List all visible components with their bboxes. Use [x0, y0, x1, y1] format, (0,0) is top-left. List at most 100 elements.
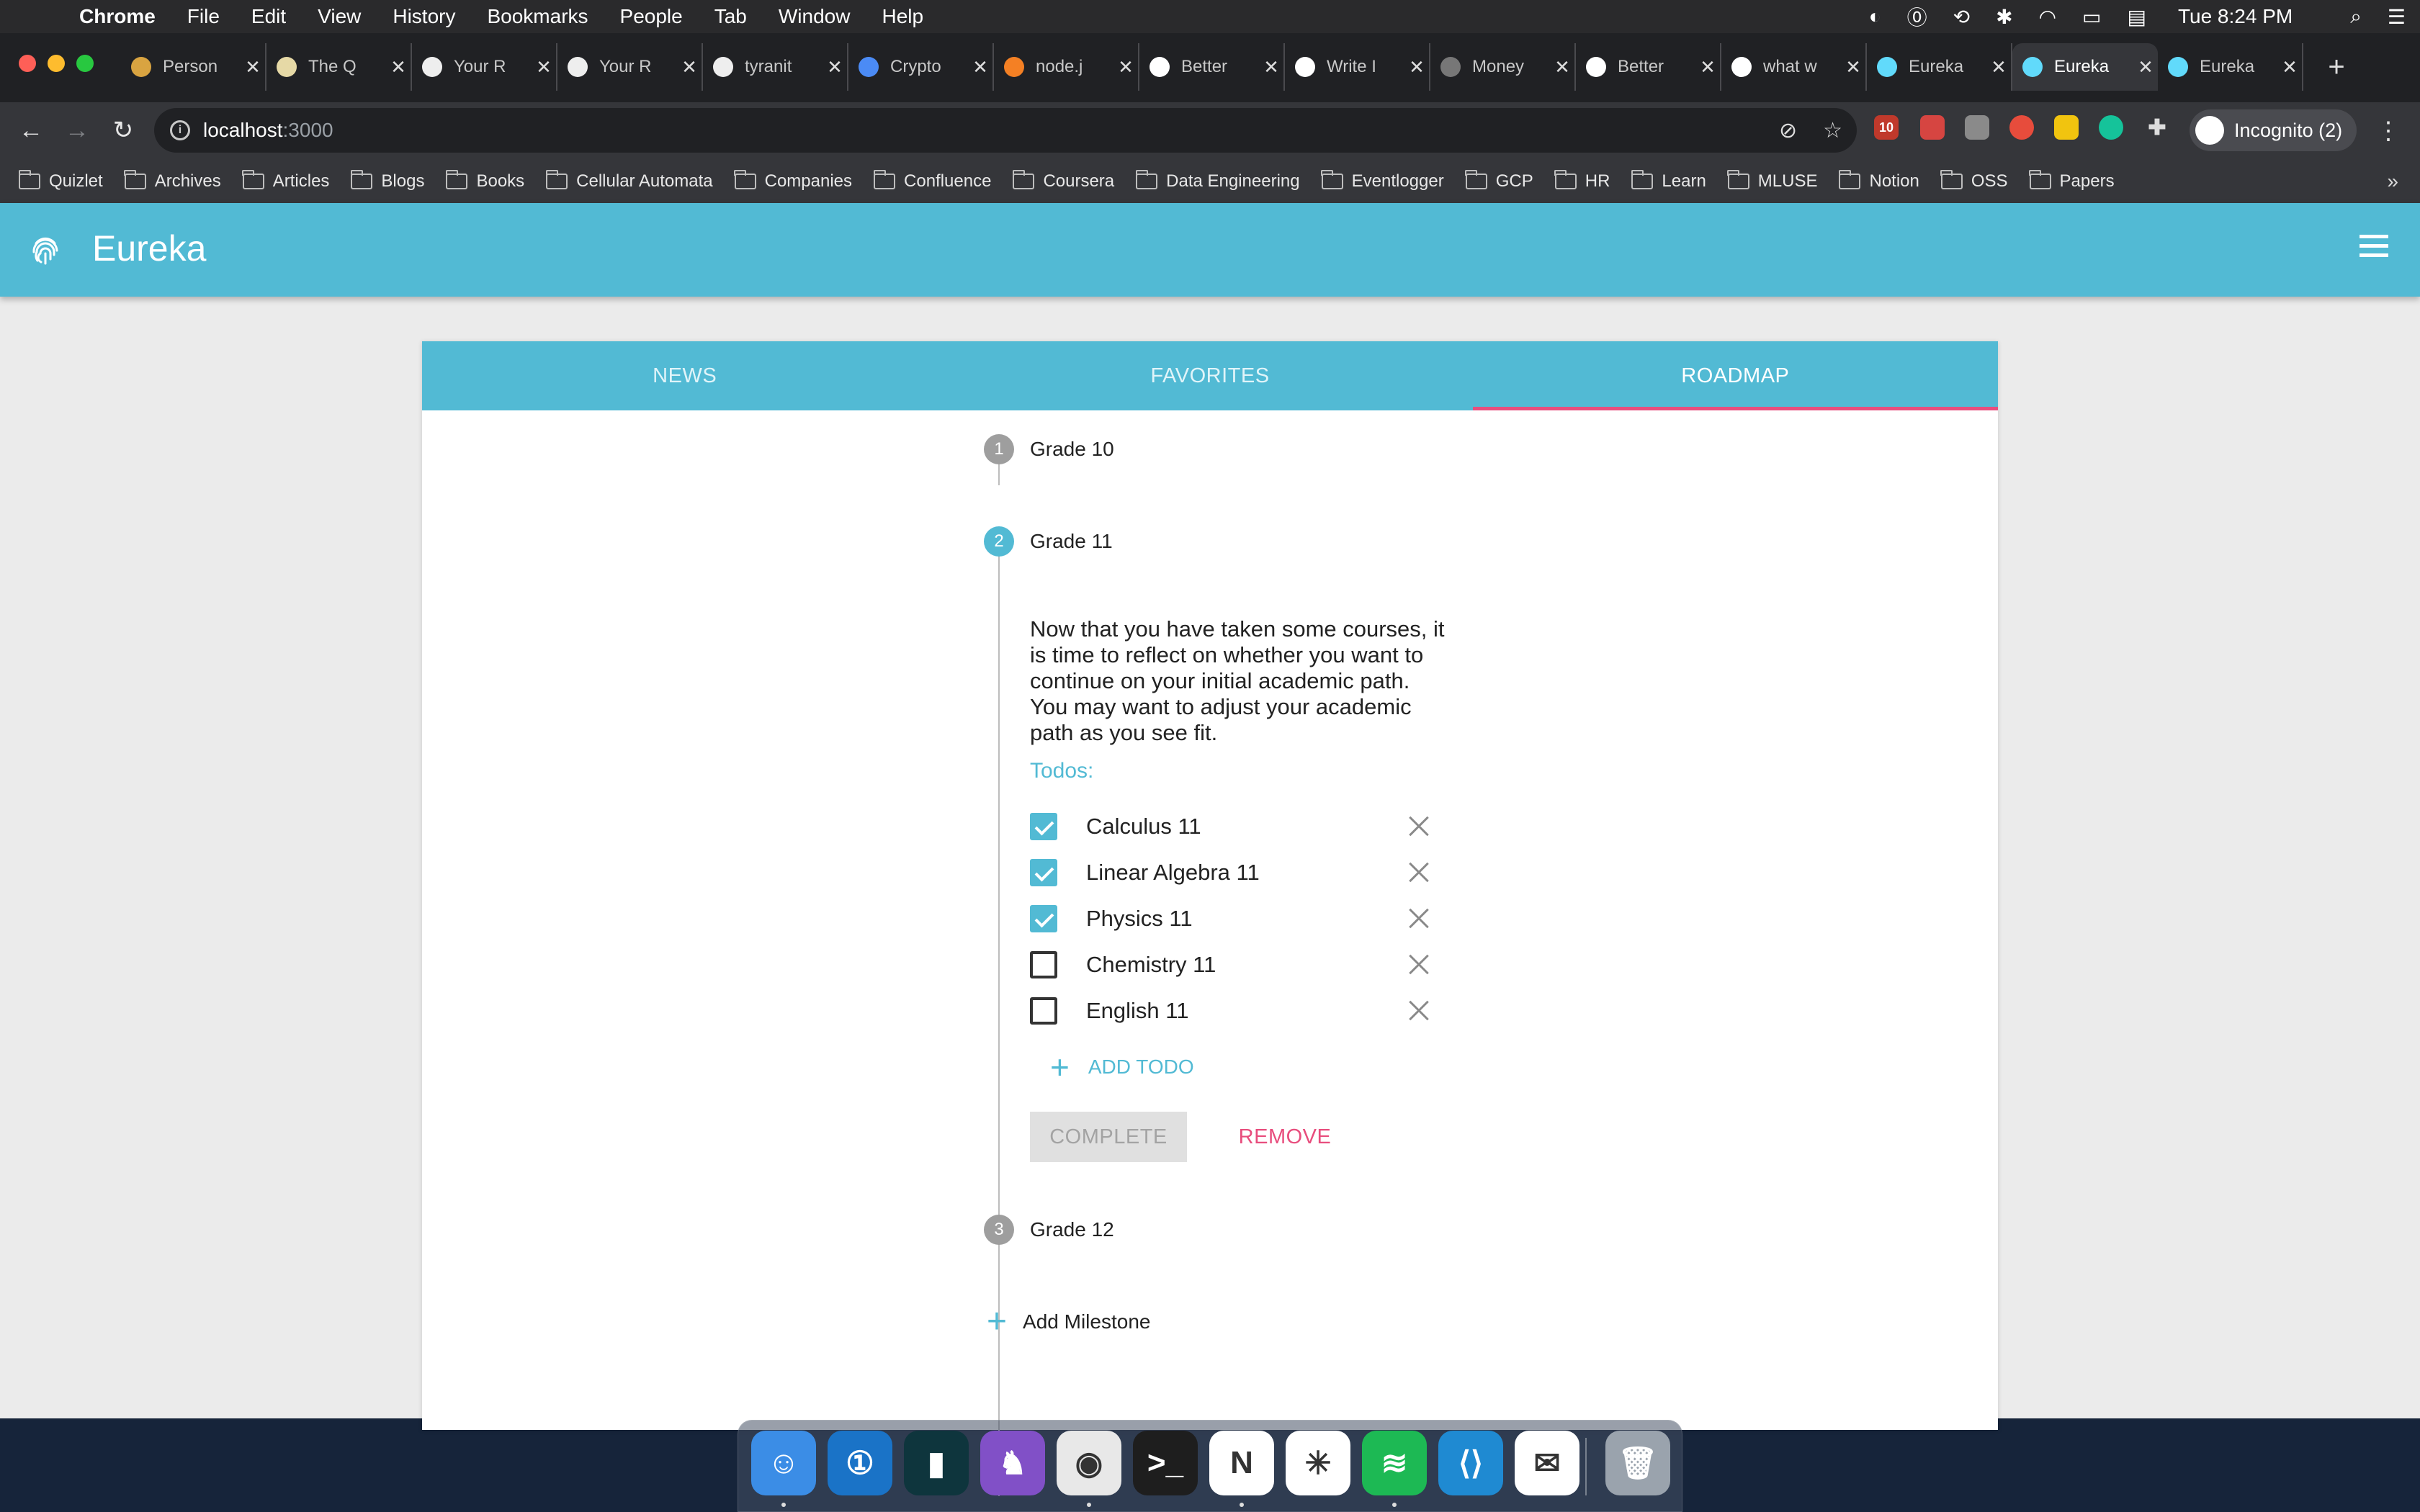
close-tab-icon[interactable]: ✕ [823, 56, 847, 78]
close-tab-icon[interactable]: ✕ [968, 56, 992, 78]
forward-arrow-icon[interactable]: → [59, 112, 95, 148]
slack-icon[interactable]: ✳ [1286, 1431, 1350, 1495]
close-tab-icon[interactable]: ✕ [1550, 56, 1574, 78]
delete-todo-icon[interactable] [1404, 858, 1433, 887]
tab-roadmap[interactable]: ROADMAP [1472, 341, 1999, 410]
half-circle-icon[interactable]: ◐ [1869, 5, 1881, 28]
menu-app-name[interactable]: Chrome [79, 5, 156, 28]
close-tab-icon[interactable]: ✕ [1113, 56, 1138, 78]
bookmark-item[interactable]: Eventlogger [1321, 170, 1444, 192]
browser-tab[interactable]: Crypto ✕ [848, 43, 994, 91]
github-desktop-icon[interactable]: ♞ [980, 1431, 1045, 1495]
browser-tab[interactable]: Eureka ✕ [1867, 43, 2012, 91]
bookmark-item[interactable]: Companies [734, 170, 852, 192]
todo-checkbox[interactable] [1030, 813, 1057, 840]
menu-help[interactable]: Help [882, 5, 923, 28]
close-tab-icon[interactable]: ✕ [241, 56, 265, 78]
bookmark-item[interactable]: Archives [124, 170, 221, 192]
close-tab-icon[interactable]: ✕ [2133, 56, 2158, 78]
bookmark-item[interactable]: Data Engineering [1135, 170, 1300, 192]
remove-button[interactable]: REMOVE [1214, 1112, 1355, 1162]
site-info-icon[interactable]: i [170, 120, 190, 140]
extension-camera-icon[interactable] [1965, 115, 1989, 140]
wifi-icon[interactable]: ◠ [2039, 5, 2056, 29]
time-machine-icon[interactable]: ⟲ [1953, 5, 1970, 29]
menu-tab[interactable]: Tab [714, 5, 747, 28]
minimize-window-button[interactable] [48, 55, 65, 72]
bookmark-item[interactable]: Notion [1838, 170, 1919, 192]
browser-tab[interactable]: Eureka ✕ [2012, 43, 2158, 91]
add-milestone-button[interactable]: + Add Milestone [987, 1302, 1150, 1342]
bookmark-item[interactable]: Cellular Automata [545, 170, 713, 192]
bookmark-item[interactable]: HR [1554, 170, 1610, 192]
browser-tab[interactable]: Better ✕ [1139, 43, 1285, 91]
menu-history[interactable]: History [393, 5, 455, 28]
extension-t-icon[interactable] [2009, 115, 2034, 140]
menu-bookmarks[interactable]: Bookmarks [487, 5, 588, 28]
browser-tab[interactable]: Person ✕ [121, 43, 266, 91]
extensions-puzzle-icon[interactable]: ✚ [2145, 115, 2169, 140]
grammarly-icon[interactable] [2099, 115, 2123, 140]
browser-tab[interactable]: Your R ✕ [412, 43, 557, 91]
bookmark-item[interactable]: Quizlet [18, 170, 103, 192]
bookmarks-overflow-icon[interactable]: » [2387, 160, 2398, 203]
terminal-icon[interactable]: >_ [1133, 1431, 1198, 1495]
delete-todo-icon[interactable] [1404, 950, 1433, 979]
bookmark-item[interactable]: Blogs [350, 170, 424, 192]
close-tab-icon[interactable]: ✕ [1404, 56, 1429, 78]
address-bar[interactable]: i localhost:3000 ⊘ ☆ [154, 108, 1857, 153]
bookmark-item[interactable]: OSS [1940, 170, 2008, 192]
menu-people[interactable]: People [620, 5, 683, 28]
1password-menubar-icon[interactable]: ⓪ [1907, 2, 1927, 31]
trash-icon[interactable]: 🗑 [1605, 1431, 1670, 1495]
close-tab-icon[interactable]: ✕ [1259, 56, 1283, 78]
browser-tab[interactable]: node.j ✕ [994, 43, 1139, 91]
notion-icon[interactable]: N [1209, 1431, 1274, 1495]
todo-checkbox[interactable] [1030, 905, 1057, 932]
new-tab-icon[interactable]: + [2315, 43, 2358, 91]
milestone-step-2[interactable]: 2 Grade 11 [984, 521, 1113, 562]
add-todo-button[interactable]: + ADD TODO [1050, 1047, 1194, 1087]
delete-todo-icon[interactable] [1404, 812, 1433, 841]
tab-favorites[interactable]: FAVORITES [947, 341, 1472, 410]
chrome-menu-icon[interactable]: ⋮ [2374, 111, 2403, 151]
1password-icon[interactable]: ① [828, 1431, 892, 1495]
app-brand[interactable]: Eureka [92, 223, 206, 274]
extension-red-icon[interactable] [1920, 115, 1945, 140]
close-tab-icon[interactable]: ✕ [2277, 56, 2302, 78]
notification-center-icon[interactable]: ☰ [2388, 5, 2406, 29]
tracking-blocked-icon[interactable]: ⊘ [1779, 118, 1797, 143]
close-tab-icon[interactable]: ✕ [1695, 56, 1720, 78]
browser-tab[interactable]: The Q ✕ [266, 43, 412, 91]
bookmark-item[interactable]: Confluence [873, 170, 991, 192]
close-tab-icon[interactable]: ✕ [532, 56, 556, 78]
menu-edit[interactable]: Edit [251, 5, 286, 28]
bookmark-item[interactable]: GCP [1465, 170, 1533, 192]
browser-tab[interactable]: Better ✕ [1576, 43, 1721, 91]
dashlane-icon[interactable]: ▮ [904, 1431, 969, 1495]
bookmark-item[interactable]: Papers [2029, 170, 2115, 192]
milestone-step-1[interactable]: 1 Grade 10 [984, 429, 1114, 469]
fingerprint-logo-icon[interactable] [27, 232, 63, 268]
bookmark-item[interactable]: MLUSE [1727, 170, 1817, 192]
milestone-step-3[interactable]: 3 Grade 12 [984, 1210, 1114, 1250]
spotify-icon[interactable]: ≋ [1362, 1431, 1427, 1495]
bookmark-item[interactable]: Books [445, 170, 524, 192]
browser-tab[interactable]: Write I ✕ [1285, 43, 1430, 91]
todo-checkbox[interactable] [1030, 951, 1057, 978]
back-arrow-icon[interactable]: ← [13, 112, 49, 148]
bookmark-item[interactable]: Articles [242, 170, 329, 192]
browser-tab[interactable]: Eureka ✕ [2158, 43, 2303, 91]
bookmark-item[interactable]: Coursera [1012, 170, 1114, 192]
close-window-button[interactable] [19, 55, 36, 72]
todo-checkbox[interactable] [1030, 859, 1057, 886]
extension-badge-icon[interactable]: 10 [1874, 115, 1899, 140]
zoom-window-button[interactable] [76, 55, 94, 72]
spotlight-search-icon[interactable]: ⌕ [2350, 5, 2362, 29]
delete-todo-icon[interactable] [1404, 904, 1433, 933]
close-tab-icon[interactable]: ✕ [1986, 56, 2011, 78]
extension-hand-icon[interactable] [2054, 115, 2079, 140]
menu-view[interactable]: View [318, 5, 361, 28]
hamburger-menu-icon[interactable] [2360, 235, 2388, 261]
battery-icon[interactable]: ▭ [2082, 5, 2101, 29]
